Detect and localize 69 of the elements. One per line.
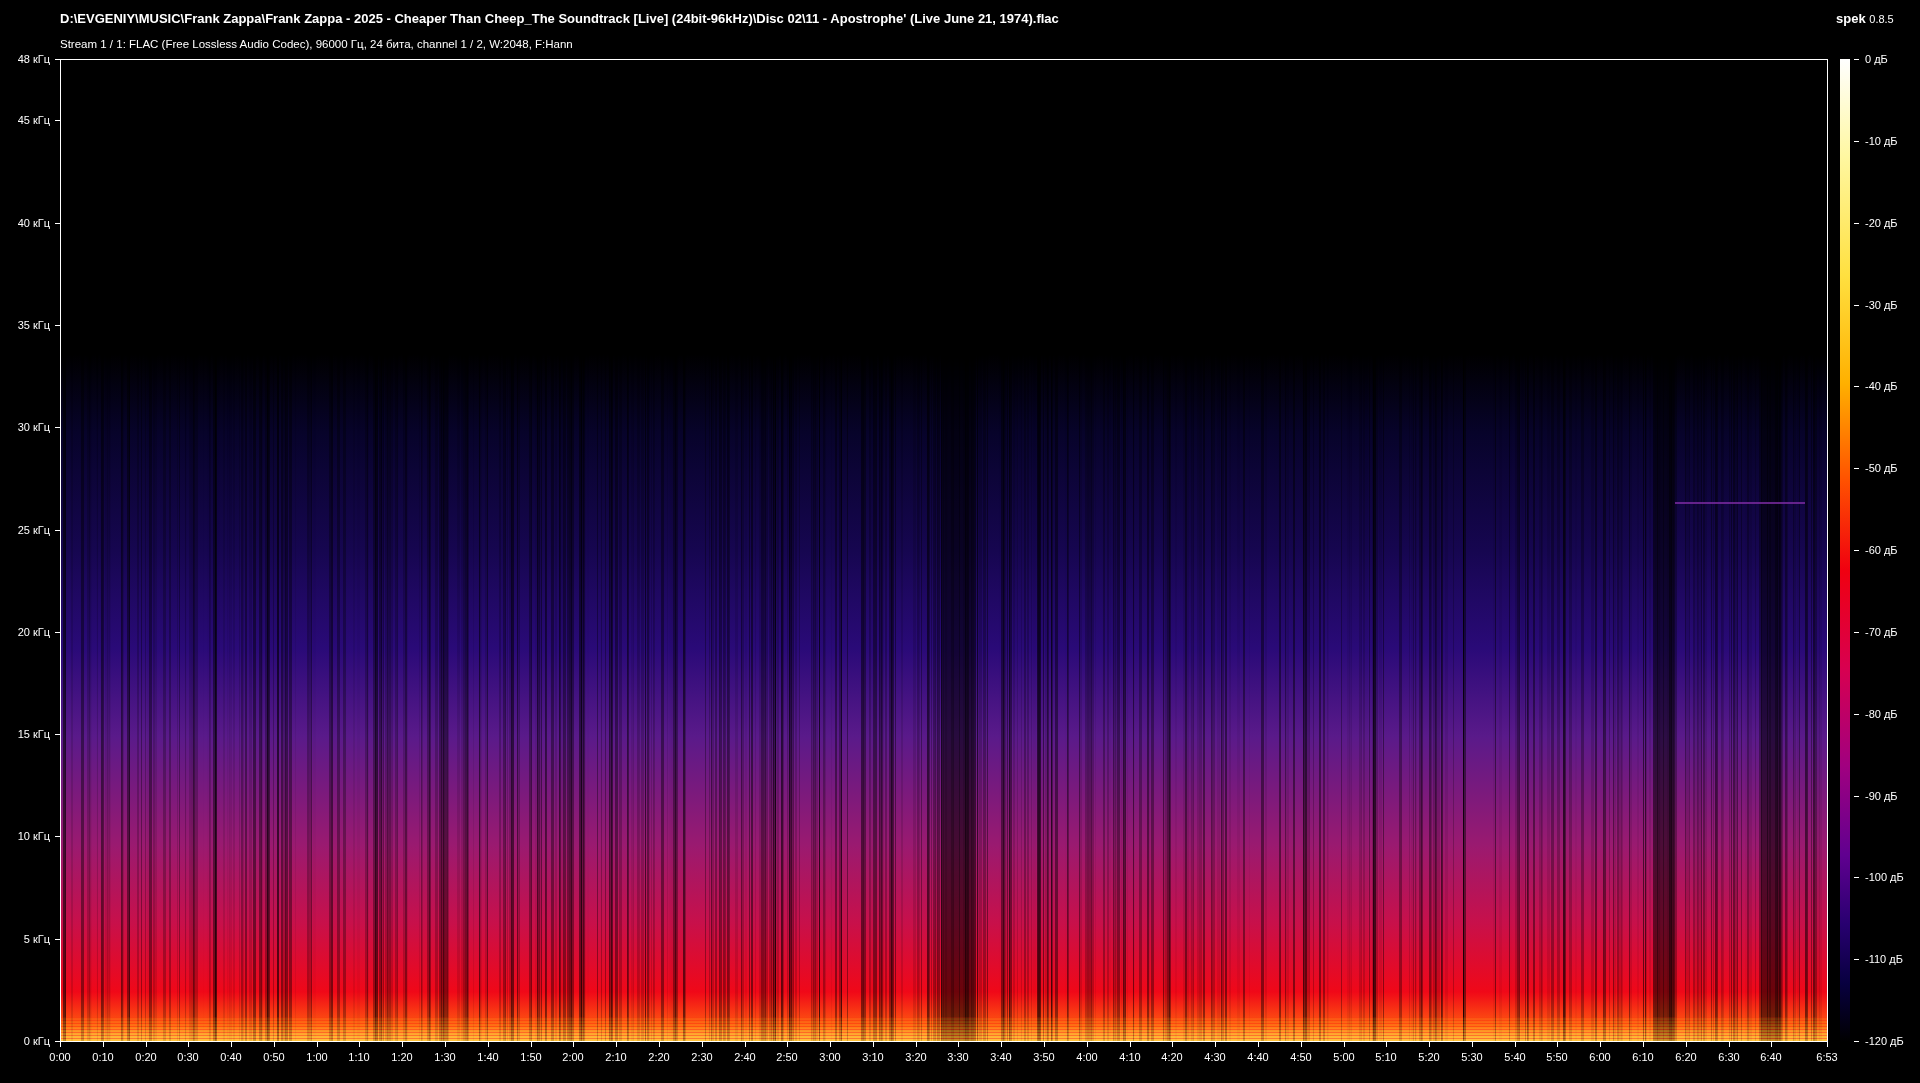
time-label: 5:00 <box>1333 1051 1355 1064</box>
time-label: 1:00 <box>306 1051 328 1064</box>
file-path-title: D:\EVGENIY\MUSIC\Frank Zappa\Frank Zappa - 2025 - Cheaper Than Cheep_The Soundtrack [Live] (24bit-96kHz)\Disc 02\11 - Apostrophe' (Live June 21, 1974).flac <box>60 10 1059 28</box>
decibel-label: -100 дБ <box>1865 871 1904 884</box>
decibel-label: -120 дБ <box>1865 1035 1904 1048</box>
time-label: 2:50 <box>776 1051 798 1064</box>
time-label: 3:40 <box>990 1051 1012 1064</box>
time-label: 2:20 <box>648 1051 670 1064</box>
time-label: 6:10 <box>1632 1051 1654 1064</box>
time-label: 2:00 <box>562 1051 584 1064</box>
time-label: 2:40 <box>734 1051 756 1064</box>
time-label: 1:40 <box>477 1051 499 1064</box>
time-label: 1:50 <box>520 1051 542 1064</box>
frequency-label: 0 кГц <box>23 1035 50 1048</box>
time-label: 3:30 <box>947 1051 969 1064</box>
decibel-label: 0 дБ <box>1865 53 1888 66</box>
frequency-label: 45 кГц <box>17 114 50 127</box>
time-label: 4:10 <box>1119 1051 1141 1064</box>
frequency-label: 48 кГц <box>17 53 50 66</box>
frequency-label: 25 кГц <box>17 524 50 537</box>
time-label: 3:20 <box>905 1051 927 1064</box>
time-label: 6:20 <box>1675 1051 1697 1064</box>
decibel-label: -90 дБ <box>1865 790 1898 803</box>
time-label: 5:20 <box>1418 1051 1440 1064</box>
time-label: 6:00 <box>1589 1051 1611 1064</box>
time-label: 1:20 <box>391 1051 413 1064</box>
decibel-label: -10 дБ <box>1865 135 1898 148</box>
time-label: 4:50 <box>1290 1051 1312 1064</box>
decibel-label: -20 дБ <box>1865 217 1898 230</box>
frequency-label: 30 кГц <box>17 421 50 434</box>
time-label: 3:10 <box>862 1051 884 1064</box>
decibel-label: -40 дБ <box>1865 380 1898 393</box>
time-label: 1:30 <box>434 1051 456 1064</box>
time-label: 0:10 <box>92 1051 114 1064</box>
decibel-label: -50 дБ <box>1865 462 1898 475</box>
time-label: 5:50 <box>1546 1051 1568 1064</box>
decibel-label: -70 дБ <box>1865 626 1898 639</box>
time-label: 0:40 <box>220 1051 242 1064</box>
decibel-label: -30 дБ <box>1865 299 1898 312</box>
frequency-label: 20 кГц <box>17 626 50 639</box>
time-label: 4:00 <box>1076 1051 1098 1064</box>
time-label: 5:40 <box>1504 1051 1526 1064</box>
decibel-label: -110 дБ <box>1865 953 1903 966</box>
time-label: 4:30 <box>1204 1051 1226 1064</box>
frequency-label: 15 кГц <box>17 728 50 741</box>
time-label: 6:53 <box>1816 1051 1838 1064</box>
frequency-label: 10 кГц <box>17 830 50 843</box>
frequency-label: 40 кГц <box>17 217 50 230</box>
time-label: 0:00 <box>49 1051 71 1064</box>
decibel-label: -80 дБ <box>1865 708 1898 721</box>
time-label: 0:20 <box>135 1051 157 1064</box>
time-label: 5:30 <box>1461 1051 1483 1064</box>
time-label: 6:30 <box>1718 1051 1740 1064</box>
frequency-label: 35 кГц <box>17 319 50 332</box>
time-label: 4:40 <box>1247 1051 1269 1064</box>
time-label: 5:10 <box>1375 1051 1397 1064</box>
time-label: 6:40 <box>1760 1051 1782 1064</box>
app-name: spek 0.8.5 <box>1836 10 1894 28</box>
stream-info: Stream 1 / 1: FLAC (Free Lossless Audio Codec), 96000 Гц, 24 бита, channel 1 / 2, W:2048, F:Hann <box>60 37 573 52</box>
decibel-label: -60 дБ <box>1865 544 1898 557</box>
time-label: 3:50 <box>1033 1051 1055 1064</box>
time-label: 4:20 <box>1161 1051 1183 1064</box>
time-label: 1:10 <box>348 1051 370 1064</box>
frequency-label: 5 кГц <box>23 933 50 946</box>
time-label: 2:10 <box>605 1051 627 1064</box>
time-label: 3:00 <box>819 1051 841 1064</box>
time-label: 0:50 <box>263 1051 285 1064</box>
time-label: 0:30 <box>177 1051 199 1064</box>
time-label: 2:30 <box>691 1051 713 1064</box>
